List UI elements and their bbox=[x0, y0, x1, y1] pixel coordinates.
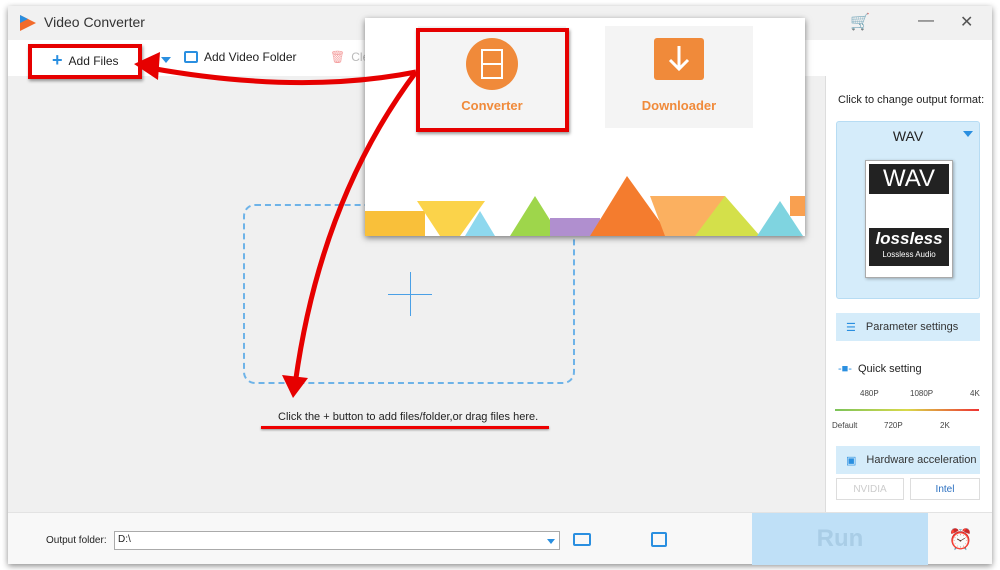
output-folder-label: Output folder: bbox=[46, 535, 107, 546]
alarm-clock-icon[interactable]: ⏰ bbox=[948, 527, 973, 552]
tick-1080p: 1080P bbox=[910, 389, 934, 398]
trash-icon: 🗑 bbox=[330, 50, 346, 64]
wav-format-icon: WAV lossless Lossless Audio bbox=[865, 160, 953, 278]
sliders-icon: ☰ bbox=[846, 321, 856, 334]
tick-default: Default bbox=[832, 421, 858, 430]
hardware-acceleration-button[interactable]: ▣ Hardware acceleration bbox=[836, 446, 980, 474]
annotation-underline bbox=[261, 426, 549, 429]
open-folder-icon[interactable] bbox=[573, 533, 591, 546]
chevron-down-icon[interactable] bbox=[963, 131, 973, 137]
quick-setting-label: -■- Quick setting bbox=[838, 363, 922, 375]
minimize-button[interactable]: — bbox=[918, 12, 934, 30]
run-label: Run bbox=[816, 525, 864, 552]
add-video-folder-button[interactable]: Add Video Folder bbox=[184, 50, 297, 64]
downloader-label: Downloader bbox=[641, 98, 717, 113]
folder-icon bbox=[184, 51, 198, 63]
run-button[interactable]: Run bbox=[752, 513, 928, 565]
add-plus-icon-v bbox=[410, 272, 411, 316]
lossless-logo: lossless bbox=[875, 229, 943, 248]
tick-480p: 480P bbox=[860, 389, 879, 398]
video-folder-icon[interactable] bbox=[651, 532, 667, 547]
add-files-dropdown-icon[interactable] bbox=[161, 57, 171, 63]
cart-icon[interactable]: 🛒 bbox=[850, 12, 870, 32]
download-icon bbox=[654, 38, 704, 80]
window-title: Video Converter bbox=[44, 14, 145, 30]
downloader-tile[interactable]: Downloader bbox=[605, 26, 753, 128]
format-prompt: Click to change output format: bbox=[838, 94, 985, 106]
intel-button[interactable]: Intel bbox=[910, 478, 980, 500]
lossless-sub: Lossless Audio bbox=[882, 250, 936, 259]
close-button[interactable]: ✕ bbox=[960, 12, 973, 32]
intel-label: Intel bbox=[935, 483, 955, 495]
tick-4k: 4K bbox=[970, 389, 980, 398]
chip-icon: ▣ bbox=[846, 454, 857, 467]
nvidia-button[interactable]: NVIDIA bbox=[836, 478, 904, 500]
format-name: WAV bbox=[892, 128, 924, 144]
drop-hint: Click the + button to add files/folder,o… bbox=[278, 411, 539, 423]
chevron-down-icon[interactable] bbox=[547, 539, 555, 544]
annotation-box-converter bbox=[416, 28, 569, 132]
decorative-triangles bbox=[365, 176, 805, 236]
annotation-box-add-files bbox=[28, 44, 142, 79]
output-folder-value: D:\ bbox=[118, 534, 131, 545]
tick-720p: 720P bbox=[884, 421, 903, 430]
format-icon-label: WAV bbox=[869, 164, 949, 194]
format-selector[interactable]: WAV WAV lossless Lossless Audio bbox=[836, 121, 980, 299]
parameter-settings-button[interactable]: ☰ Parameter settings bbox=[836, 313, 980, 341]
bottom-bar: Output folder: D:\ Run ⏰ bbox=[8, 512, 992, 565]
tick-2k: 2K bbox=[940, 421, 950, 430]
slider-icon: -■- bbox=[838, 363, 852, 375]
clear-button[interactable]: 🗑 Cle bbox=[330, 50, 369, 64]
nvidia-label: NVIDIA bbox=[853, 483, 887, 495]
output-panel: Click to change output format: WAV WAV l… bbox=[825, 76, 992, 512]
app-logo-icon bbox=[20, 15, 36, 31]
output-folder-input[interactable]: D:\ bbox=[114, 531, 560, 550]
quality-slider[interactable] bbox=[835, 409, 979, 411]
